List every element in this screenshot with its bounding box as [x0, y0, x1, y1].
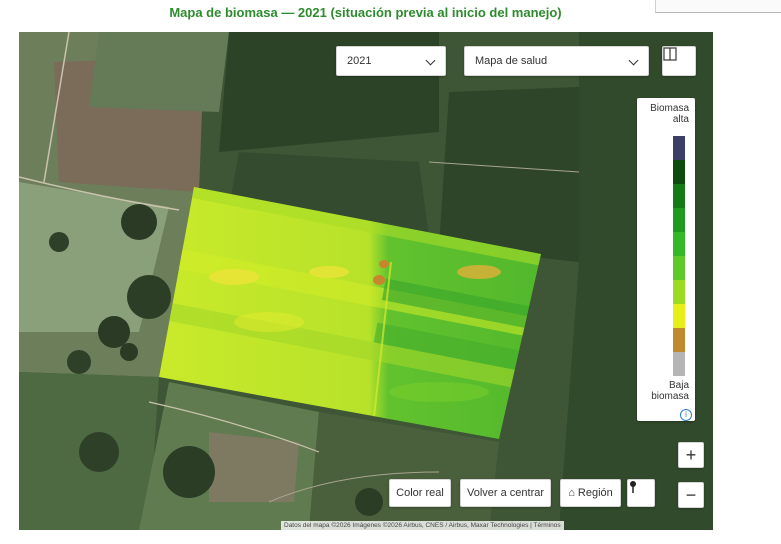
legend-swatch-7 — [673, 304, 685, 328]
legend-swatch-9 — [673, 352, 685, 376]
map-attribution[interactable]: Datos del mapa ©2026 Imágenes ©2026 Airb… — [281, 521, 564, 530]
year-select[interactable]: 2021 — [336, 46, 446, 76]
legend-swatch-4 — [673, 232, 685, 256]
legend-low-label: Baja biomasa — [651, 380, 689, 402]
chevron-down-icon — [426, 57, 435, 66]
color-real-button[interactable]: Color real — [389, 479, 451, 507]
split-view-icon — [663, 47, 677, 61]
biomass-legend: Biomasa alta Baja biomasa i — [637, 98, 695, 421]
split-view-button[interactable] — [662, 46, 696, 76]
legend-high-label: Biomasa alta — [650, 103, 689, 125]
year-select-value: 2021 — [347, 55, 372, 67]
pin-icon — [630, 481, 636, 493]
legend-swatch-3 — [673, 208, 685, 232]
legend-swatch-5 — [673, 256, 685, 280]
region-button[interactable]: ⌂ Región — [560, 479, 621, 507]
legend-color-scale — [673, 136, 685, 376]
layer-select[interactable]: Mapa de salud — [464, 46, 649, 76]
legend-swatch-0 — [673, 136, 685, 160]
zoom-in-button[interactable]: + — [678, 442, 704, 468]
satellite-imagery — [19, 32, 713, 530]
zoom-out-button[interactable]: − — [678, 482, 704, 508]
biomass-map[interactable]: 2021 Mapa de salud Biomasa alta Baja bio… — [19, 32, 713, 530]
layer-select-value: Mapa de salud — [475, 55, 548, 67]
chevron-down-icon — [629, 57, 638, 66]
info-icon[interactable]: i — [680, 409, 692, 421]
location-pin-button[interactable] — [627, 479, 655, 507]
legend-swatch-6 — [673, 280, 685, 304]
legend-swatch-8 — [673, 328, 685, 352]
legend-swatch-1 — [673, 160, 685, 184]
legend-swatch-2 — [673, 184, 685, 208]
map-caption: Mapa de biomasa — 2021 (situación previa… — [169, 5, 562, 20]
recenter-button[interactable]: Volver a centrar — [460, 479, 551, 507]
